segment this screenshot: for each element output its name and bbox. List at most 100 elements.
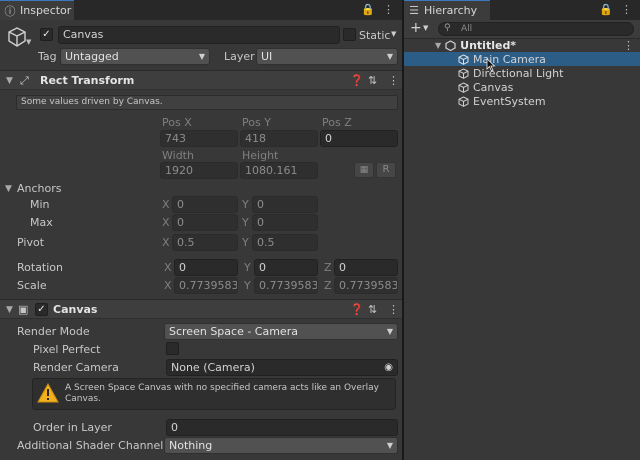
pos-x-field[interactable]: 743 <box>160 130 238 147</box>
static-dropdown-arrow-icon[interactable]: ▼ <box>391 30 396 38</box>
order-in-layer-label: Order in Layer <box>33 421 112 434</box>
static-label: Static <box>359 29 391 42</box>
hierarchy-panel: ☰ Hierarchy 🔒 ⋮ + ▼ ⚲ All ▼ Untitled* ⋮ … <box>404 0 640 460</box>
order-in-layer-field[interactable]: 0 <box>166 419 398 436</box>
scale-y-label: Y <box>244 279 251 292</box>
anchor-max-y-field[interactable]: 0 <box>252 214 318 231</box>
foldout-arrow-icon[interactable]: ▼ <box>6 304 13 316</box>
rect-transform-icon: ⤢ <box>20 74 29 87</box>
inspector-panel: ⓘ Inspector 🔒 ⋮ ▼ ✓ Canvas Static ▼ Tag … <box>0 0 402 460</box>
scale-x-label: X <box>164 279 172 292</box>
tag-label: Tag <box>38 50 57 63</box>
canvas-component-header[interactable]: ▼ ▣ ✓ Canvas ❓ ⇅ ⋮ <box>0 299 402 319</box>
chevron-down-icon: ▼ <box>386 441 393 450</box>
max-x-label: X <box>162 216 170 229</box>
search-icon: ⚲ <box>444 23 451 33</box>
pivot-y-field[interactable]: 0.5 <box>252 234 318 251</box>
shader-channels-value: Nothing <box>169 439 213 452</box>
help-icon[interactable]: ❓ <box>350 303 364 316</box>
kebab-menu-icon[interactable]: ⋮ <box>621 3 632 16</box>
rotation-x-field[interactable]: 0 <box>174 259 238 276</box>
lock-icon[interactable]: 🔒 <box>599 3 613 16</box>
hierarchy-item-label: Main Camera <box>473 52 546 66</box>
kebab-menu-icon[interactable]: ⋮ <box>388 303 399 316</box>
inspector-tab-bar: ⓘ Inspector 🔒 ⋮ <box>0 0 402 20</box>
hierarchy-toolbar: + ▼ ⚲ All <box>404 20 640 39</box>
scale-z-field[interactable]: 0.7739583 <box>334 277 398 294</box>
search-placeholder: All <box>461 24 473 34</box>
pivot-x-label: X <box>162 236 170 249</box>
scene-row[interactable]: ▼ Untitled* ⋮ <box>404 38 640 52</box>
min-y-label: Y <box>242 198 249 211</box>
presets-icon[interactable]: ⇅ <box>368 303 377 316</box>
render-camera-field[interactable]: None (Camera) ◉ <box>166 359 398 376</box>
layer-dropdown[interactable]: UI ▼ <box>256 48 398 65</box>
unity-scene-icon <box>445 39 456 51</box>
chevron-down-icon[interactable]: ▼ <box>423 24 428 32</box>
shader-channels-dropdown[interactable]: Nothing ▼ <box>164 437 398 454</box>
camera-warning-box: A Screen Space Canvas with no specified … <box>32 378 396 410</box>
lock-icon[interactable]: 🔒 <box>361 3 375 16</box>
canvas-enabled-checkbox[interactable]: ✓ <box>35 303 48 316</box>
render-mode-value: Screen Space - Camera <box>169 325 298 338</box>
anchor-min-y-field[interactable]: 0 <box>252 196 318 213</box>
scale-label: Scale <box>17 279 47 292</box>
width-field[interactable]: 1920 <box>160 162 238 179</box>
scale-y-field[interactable]: 0.7739583 <box>254 277 318 294</box>
height-field[interactable]: 1080.161 <box>240 162 318 179</box>
rotation-z-field[interactable]: 0 <box>334 259 398 276</box>
tab-hierarchy-label: Hierarchy <box>424 4 478 17</box>
max-y-label: Y <box>242 216 249 229</box>
raw-edit-button[interactable]: R <box>376 162 396 178</box>
pos-z-label: Pos Z <box>322 116 352 129</box>
scale-x-field[interactable]: 0.7739583 <box>174 277 238 294</box>
tab-inspector[interactable]: ⓘ Inspector <box>0 0 74 20</box>
rotation-x-label: X <box>164 261 172 274</box>
foldout-arrow-icon[interactable]: ▼ <box>435 41 441 50</box>
warning-text: A Screen Space Canvas with no specified … <box>65 383 379 404</box>
rect-transform-header[interactable]: ▼ ⤢ Rect Transform ❓ ⇅ ⋮ <box>0 70 402 90</box>
render-camera-value: None (Camera) <box>171 361 255 374</box>
hierarchy-item-main-camera[interactable]: Main Camera <box>404 52 640 66</box>
rotation-label: Rotation <box>17 261 64 274</box>
hierarchy-item-label: EventSystem <box>473 94 546 108</box>
info-icon: ⓘ <box>4 4 16 18</box>
hierarchy-search-input[interactable]: ⚲ All <box>438 22 634 36</box>
pivot-y-label: Y <box>242 236 249 249</box>
pos-z-field[interactable]: 0 <box>320 130 398 147</box>
canvas-component-title: Canvas <box>53 303 98 316</box>
kebab-menu-icon[interactable]: ⋮ <box>623 39 634 52</box>
anchors-foldout-arrow-icon[interactable]: ▼ <box>5 183 12 195</box>
anchor-max-x-field[interactable]: 0 <box>172 214 238 231</box>
rect-transform-title: Rect Transform <box>40 74 135 87</box>
kebab-menu-icon[interactable]: ⋮ <box>383 3 394 16</box>
anchor-min-x-field[interactable]: 0 <box>172 196 238 213</box>
pivot-x-field[interactable]: 0.5 <box>172 234 238 251</box>
kebab-menu-icon[interactable]: ⋮ <box>388 74 399 87</box>
help-icon[interactable]: ❓ <box>350 74 364 87</box>
active-checkbox[interactable]: ✓ <box>40 28 53 41</box>
pixel-perfect-checkbox[interactable] <box>166 342 179 355</box>
pos-x-label: Pos X <box>162 116 192 129</box>
hierarchy-item-directional-light[interactable]: Directional Light <box>404 66 640 80</box>
hierarchy-item-canvas[interactable]: Canvas <box>404 80 640 94</box>
hierarchy-item-eventsystem[interactable]: EventSystem <box>404 94 640 108</box>
blueprint-mode-icon[interactable]: ▦ <box>354 162 374 178</box>
tag-dropdown-value: Untagged <box>65 50 119 63</box>
presets-icon[interactable]: ⇅ <box>368 74 377 87</box>
render-mode-dropdown[interactable]: Screen Space - Camera ▼ <box>164 323 398 340</box>
tag-dropdown[interactable]: Untagged ▼ <box>60 48 210 65</box>
canvas-component-icon: ▣ <box>18 303 29 316</box>
chevron-down-icon[interactable]: ▼ <box>26 38 31 46</box>
static-checkbox[interactable] <box>343 28 356 41</box>
pos-y-field[interactable]: 418 <box>240 130 318 147</box>
render-mode-label: Render Mode <box>17 325 90 338</box>
object-picker-icon[interactable]: ◉ <box>384 360 393 375</box>
add-plus-icon[interactable]: + <box>410 20 422 36</box>
object-name-input[interactable]: Canvas <box>58 26 340 44</box>
tab-hierarchy[interactable]: ☰ Hierarchy <box>404 0 490 20</box>
scene-name: Untitled* <box>460 38 517 52</box>
foldout-arrow-icon[interactable]: ▼ <box>6 75 13 87</box>
rotation-z-label: Z <box>324 261 332 274</box>
rotation-y-field[interactable]: 0 <box>254 259 318 276</box>
